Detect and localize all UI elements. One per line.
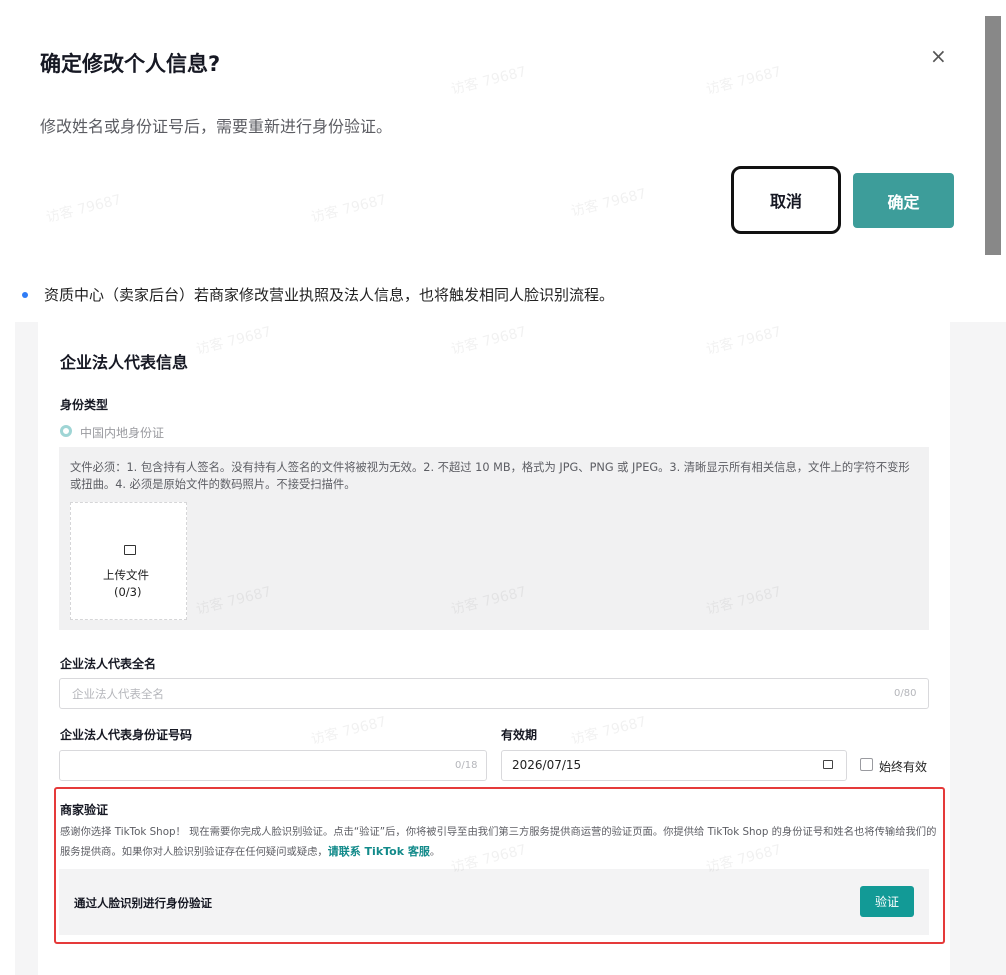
watermark: 访客 79687	[569, 185, 649, 221]
always-valid-checkbox[interactable]	[860, 758, 873, 771]
radio-mainland-id[interactable]	[60, 425, 72, 437]
watermark: 访客 79687	[44, 191, 124, 227]
id-number-counter: 0/18	[455, 760, 478, 771]
confirm-button[interactable]: 确定	[853, 173, 954, 228]
bullet-dot	[22, 292, 28, 298]
fullname-input[interactable]	[59, 678, 929, 709]
calendar-icon[interactable]	[823, 760, 833, 769]
contact-support-link[interactable]: 请联系 TikTok 客服	[328, 845, 430, 858]
verify-button[interactable]: 验证	[860, 886, 914, 917]
id-type-label: 身份类型	[60, 398, 109, 412]
watermark: 访客 79687	[449, 63, 529, 99]
fullname-counter: 0/80	[894, 688, 917, 699]
face-verification-label: 通过人脸识别进行身份验证	[74, 896, 212, 910]
radio-mainland-id-label: 中国内地身份证	[80, 426, 165, 440]
dialog-description: 修改姓名或身份证号后，需要重新进行身份验证。	[40, 117, 393, 136]
scrollbar[interactable]	[985, 0, 1001, 255]
cancel-button[interactable]: 取消	[731, 166, 841, 234]
fullname-placeholder: 企业法人代表全名	[72, 687, 164, 701]
image-icon	[124, 545, 136, 555]
bullet-text: 资质中心（卖家后台）若商家修改营业执照及法人信息，也将触发相同人脸识别流程。	[44, 286, 615, 304]
validity-label: 有效期	[501, 728, 538, 742]
watermark: 访客 79687	[309, 191, 389, 227]
id-number-label: 企业法人代表身份证号码	[60, 728, 193, 742]
close-icon[interactable]: ×	[930, 44, 947, 68]
id-number-input[interactable]	[59, 750, 487, 781]
upload-requirements: 文件必须：1. 包含持有人签名。没有持有人签名的文件将被视为无效。2. 不超过 …	[70, 461, 910, 491]
validity-date-value: 2026/07/15	[512, 758, 582, 772]
scrollbar-top-gap	[985, 0, 1006, 16]
upload-file-label: 上传文件	[103, 568, 149, 582]
always-valid-label: 始终有效	[879, 760, 928, 774]
watermark: 访客 79687	[704, 63, 784, 99]
merchant-verification-title: 商家验证	[60, 803, 109, 817]
section-title: 企业法人代表信息	[60, 353, 189, 372]
dialog-title: 确定修改个人信息?	[40, 52, 221, 76]
merchant-verification-end: 。	[429, 846, 441, 858]
upload-file-count: (0/3)	[114, 585, 142, 599]
upload-file-button[interactable]	[70, 502, 187, 620]
fullname-label: 企业法人代表全名	[60, 657, 157, 671]
